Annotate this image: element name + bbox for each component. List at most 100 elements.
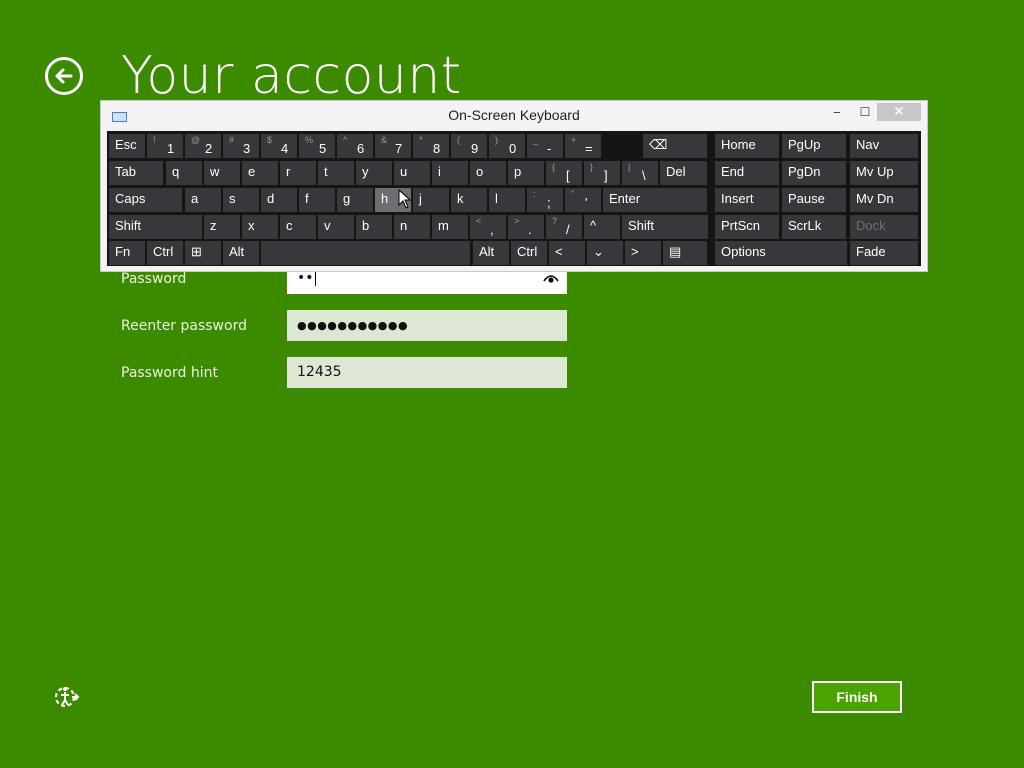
key-lshift[interactable]: Shift — [109, 215, 202, 239]
key-enter[interactable]: Enter — [603, 188, 707, 212]
key-menu[interactable]: ▤ — [663, 241, 707, 265]
key-secondary-label: & — [381, 135, 388, 145]
key-e[interactable]: e — [242, 161, 278, 185]
key-f[interactable]: f — [299, 188, 335, 212]
key-1[interactable]: ! 1 — [147, 134, 183, 158]
key-rctrl[interactable]: Ctrl — [511, 241, 547, 265]
key-6[interactable]: ^ 6 — [337, 134, 373, 158]
key-0[interactable]: ) 0 — [489, 134, 525, 158]
key-7[interactable]: & 7 — [375, 134, 411, 158]
key-space[interactable] — [261, 241, 470, 265]
key-backspace[interactable]: ⌫ — [643, 134, 707, 158]
key-fn[interactable]: Fn — [109, 241, 145, 265]
key-w[interactable]: w — [204, 161, 240, 185]
key-z[interactable]: z — [204, 215, 240, 239]
key-del[interactable]: Del — [660, 161, 707, 185]
key-fade[interactable]: Fade — [850, 241, 918, 265]
key-g[interactable]: g — [337, 188, 373, 212]
reenter-password-field[interactable]: ●●●●●●●●●●● — [287, 310, 567, 341]
key-esc[interactable]: Esc — [109, 134, 145, 158]
key-3[interactable]: #3 — [223, 134, 259, 158]
key-q[interactable]: q — [166, 161, 202, 185]
key-d[interactable]: d — [261, 188, 297, 212]
key-4[interactable]: $4 — [261, 134, 297, 158]
key-m[interactable]: m — [432, 215, 468, 239]
key-primary-label: 2 — [205, 141, 213, 156]
key-label: Fade — [856, 244, 886, 259]
key-9[interactable]: (9 — [451, 134, 487, 158]
key-primary-label: 0 — [509, 141, 517, 156]
on-screen-keyboard-window[interactable]: On-Screen Keyboard ‒ ☐ ✕ Esc! 1 @2 #3 $4% 5 ^ 6… — [100, 100, 928, 272]
key-right[interactable]: > — [625, 241, 661, 265]
key-pause[interactable]: Pause — [782, 188, 846, 212]
key-secondary-label: } — [590, 162, 594, 172]
key-n[interactable]: n — [394, 215, 430, 239]
key-5[interactable]: % 5 — [299, 134, 335, 158]
osk-titlebar[interactable]: On-Screen Keyboard ‒ ☐ ✕ — [101, 101, 927, 131]
key-secondary-label: ) — [495, 135, 498, 145]
password-hint-field[interactable]: 12435 — [287, 357, 567, 388]
key-u[interactable]: u — [394, 161, 430, 185]
key-down[interactable]: ⌄ — [587, 241, 623, 265]
key-j[interactable]: j — [413, 188, 449, 212]
key-period[interactable]: >. — [508, 215, 544, 239]
key-quote[interactable]: " ' — [565, 188, 601, 212]
key-mvup[interactable]: Mv Up — [850, 161, 918, 185]
key-p[interactable]: p — [508, 161, 544, 185]
key-rbracket[interactable]: }] — [584, 161, 620, 185]
key-x[interactable]: x — [242, 215, 278, 239]
key-scrlk[interactable]: ScrLk — [782, 215, 846, 239]
reenter-password-label: Reenter password — [121, 318, 247, 334]
key-minus[interactable]: _ - — [527, 134, 563, 158]
key-tab[interactable]: Tab — [109, 161, 163, 185]
key-lalt[interactable]: Alt — [223, 241, 259, 265]
key-t[interactable]: t — [318, 161, 354, 185]
key-r[interactable]: r — [280, 161, 316, 185]
key-rshift[interactable]: Shift — [622, 215, 708, 239]
key-comma[interactable]: <, — [470, 215, 506, 239]
key-o[interactable]: o — [470, 161, 506, 185]
key-l[interactable]: l — [489, 188, 525, 212]
back-button[interactable] — [45, 57, 83, 95]
key-left[interactable]: < — [549, 241, 585, 265]
key-y[interactable]: y — [356, 161, 392, 185]
key-b[interactable]: b — [356, 215, 392, 239]
key-backslash[interactable]: | \ — [622, 161, 658, 185]
close-button[interactable]: ✕ — [877, 103, 921, 121]
key-up[interactable]: ^ — [584, 215, 620, 239]
key-label: Enter — [609, 191, 641, 206]
key-pgup[interactable]: PgUp — [782, 134, 846, 158]
key-primary-label: ' — [585, 195, 588, 210]
finish-button[interactable]: Finish — [812, 681, 902, 713]
key-lctrl[interactable]: Ctrl — [147, 241, 183, 265]
key-v[interactable]: v — [318, 215, 354, 239]
key-mvdn[interactable]: Mv Dn — [850, 188, 918, 212]
key-options[interactable]: Options — [715, 241, 847, 265]
key-s[interactable]: s — [223, 188, 259, 212]
key-2[interactable]: @2 — [185, 134, 221, 158]
ease-of-access-icon[interactable] — [52, 684, 80, 714]
key-a[interactable]: a — [185, 188, 221, 212]
maximize-button[interactable]: ☐ — [855, 103, 875, 121]
key-dock[interactable]: Dock — [850, 215, 918, 239]
key-end[interactable]: End — [715, 161, 779, 185]
key-lbracket[interactable]: {[ — [546, 161, 582, 185]
key-slash[interactable]: ? / — [546, 215, 582, 239]
key-pgdn[interactable]: PgDn — [782, 161, 846, 185]
minimize-button[interactable]: ‒ — [827, 103, 847, 121]
key-nav[interactable]: Nav — [850, 134, 918, 158]
key-c[interactable]: c — [280, 215, 316, 239]
key-i[interactable]: i — [432, 161, 468, 185]
key-caps[interactable]: Caps — [109, 188, 182, 212]
key-equals[interactable]: + = — [565, 134, 601, 158]
key-ralt[interactable]: Alt — [473, 241, 509, 265]
key-k[interactable]: k — [451, 188, 487, 212]
key-prtscn[interactable]: PrtScn — [715, 215, 779, 239]
key-win[interactable]: ⊞ — [185, 241, 221, 265]
key-insert[interactable]: Insert — [715, 188, 779, 212]
key-8[interactable]: * 8 — [413, 134, 449, 158]
key-semicolon[interactable]: :; — [527, 188, 563, 212]
key-label: Mv Up — [856, 164, 894, 179]
key-label: Del — [666, 164, 686, 179]
key-home[interactable]: Home — [715, 134, 779, 158]
